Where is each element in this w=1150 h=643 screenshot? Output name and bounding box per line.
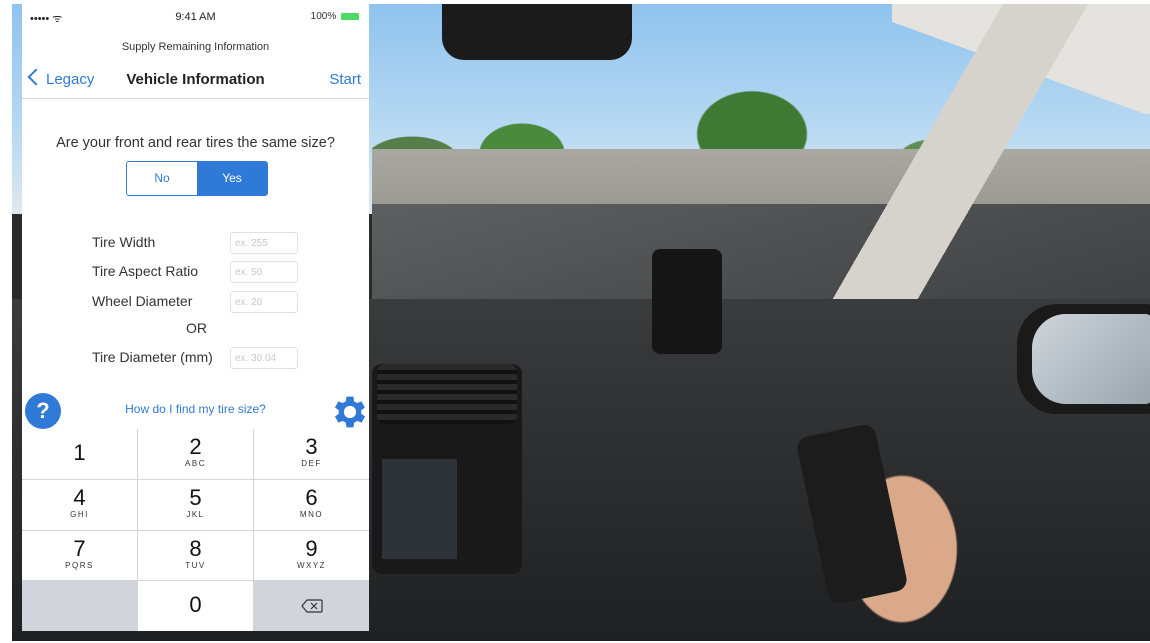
battery-icon (341, 12, 359, 20)
aspect-ratio-input[interactable] (230, 261, 298, 283)
no-option[interactable]: No (127, 162, 197, 195)
status-bar: ••••• ᯤ 9:41 AM 100% (22, 4, 369, 30)
backspace-icon (300, 599, 323, 613)
key-digit: 5 (189, 484, 202, 510)
delete-key[interactable] (254, 581, 369, 631)
key-digit: 3 (305, 434, 318, 459)
key-letters: DEF (301, 459, 322, 468)
phone-screen: ••••• ᯤ 9:41 AM 100% Supply Remaining In… (22, 4, 369, 631)
tire-diameter-input[interactable] (230, 347, 298, 369)
yes-option[interactable]: Yes (197, 162, 267, 195)
key-letters: TUV (185, 560, 206, 570)
aspect-ratio-label: Tire Aspect Ratio (92, 263, 199, 279)
tire-diameter-row: Tire Diameter (mm) (22, 347, 369, 371)
tire-size-question: Are your front and rear tires the same s… (56, 135, 335, 151)
tire-width-input[interactable] (230, 232, 298, 254)
page-title: Vehicle Information (126, 71, 265, 88)
key-1[interactable]: 1 (22, 429, 137, 479)
key-digit: 6 (305, 484, 318, 510)
key-0[interactable]: 0 (138, 581, 253, 631)
key-digit: 8 (189, 535, 202, 561)
radio-screen (382, 459, 457, 559)
aspect-ratio-row: Tire Aspect Ratio (22, 261, 369, 285)
gear-icon[interactable] (329, 391, 369, 433)
key-2[interactable]: 2 ABC (138, 429, 253, 479)
rearview-mirror (442, 4, 632, 60)
key-letters: PQRS (65, 560, 94, 570)
start-button[interactable]: Start (329, 71, 361, 88)
side-mirror-glass (1032, 314, 1150, 404)
key-9[interactable]: 9 WXYZ (254, 530, 369, 581)
wheel-diameter-row: Wheel Diameter (22, 291, 369, 315)
same-size-toggle[interactable]: No Yes (126, 161, 268, 196)
or-divider: OR (186, 320, 207, 336)
key-7[interactable]: 7 PQRS (22, 530, 137, 581)
key-5[interactable]: 5 JKL (138, 479, 253, 530)
key-8[interactable]: 8 TUV (138, 530, 253, 581)
key-digit: 7 (73, 535, 86, 561)
key-letters: GHI (70, 509, 89, 519)
key-letters: ABC (185, 459, 206, 468)
key-digit: 2 (189, 434, 202, 459)
tire-diameter-label: Tire Diameter (mm) (92, 349, 213, 365)
key-4[interactable]: 4 GHI (22, 479, 137, 530)
key-digit: 9 (305, 535, 318, 561)
tire-width-row: Tire Width (22, 232, 369, 256)
phone-mount (652, 249, 722, 354)
key-digit: 0 (189, 592, 202, 618)
wheel-diameter-input[interactable] (230, 291, 298, 313)
tire-width-label: Tire Width (92, 234, 156, 250)
key-3[interactable]: 3 DEF (254, 429, 369, 479)
key-letters: JKL (186, 509, 205, 519)
battery-status: 100% (311, 11, 359, 22)
numeric-keypad: 1 2 ABC 3 DEF 4 GHI 5 JKL 6 MNO 7 PQRS 8 TUV 9W… (22, 429, 369, 631)
nav-subtitle: Supply Remaining Information (121, 41, 270, 53)
key-blank (22, 581, 137, 631)
key-digit: 1 (73, 440, 86, 465)
navigation-bar: Legacy Vehicle Information Start (22, 66, 369, 99)
battery-percent: 100% (310, 11, 337, 22)
key-letters: WXYZ (296, 560, 327, 570)
wheel-diameter-label: Wheel Diameter (92, 293, 193, 309)
key-digit: 4 (73, 484, 86, 510)
air-vent (377, 364, 517, 424)
key-6[interactable]: 6 MNO (254, 479, 369, 530)
find-tire-size-link[interactable]: How do I find my tire size? (22, 402, 369, 416)
key-letters: MNO (299, 509, 324, 519)
